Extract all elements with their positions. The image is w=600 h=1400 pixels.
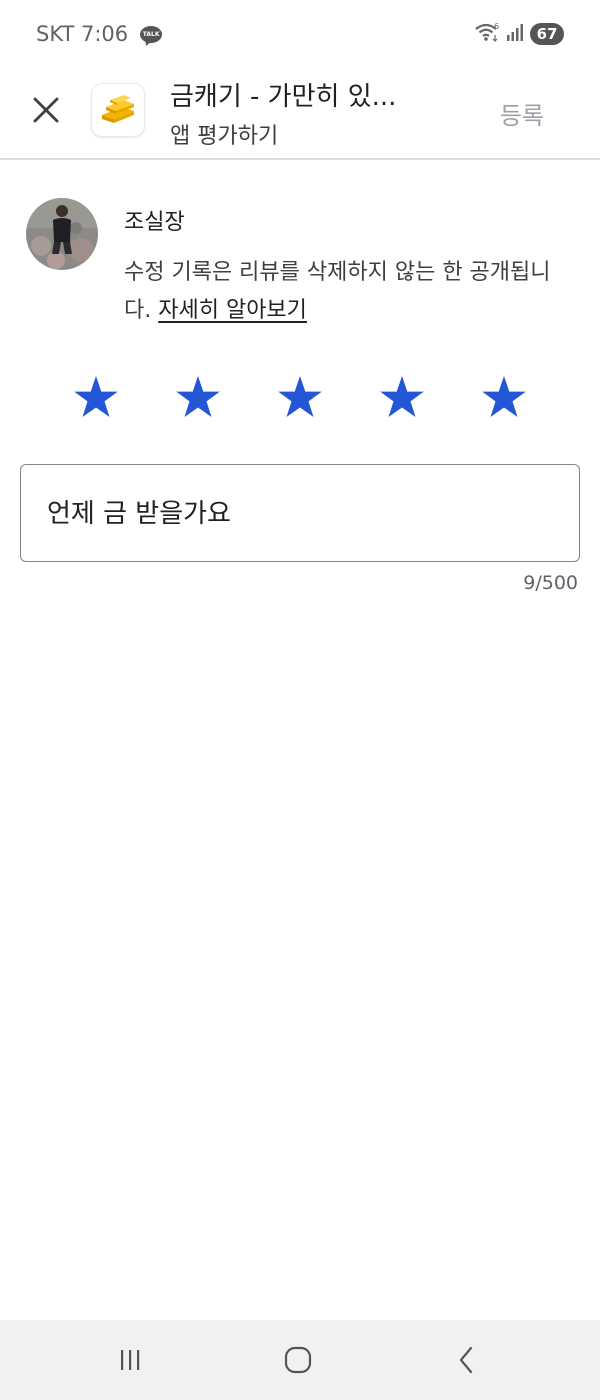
status-left: SKT 7:06 TALK xyxy=(36,20,163,48)
carrier-time: SKT 7:06 xyxy=(36,22,129,46)
gold-bars-icon xyxy=(102,95,134,123)
review-input[interactable]: 언제 금 받을가요 xyxy=(20,464,580,562)
review-text: 언제 금 받을가요 xyxy=(47,499,231,529)
star-1-icon[interactable] xyxy=(70,372,122,424)
battery-level: 67 xyxy=(536,25,558,43)
kakaotalk-notification-icon: TALK xyxy=(140,25,163,43)
edit-history-notice: 수정 기록은 리뷰를 삭제하지 않는 한 공개됩니다. 자세히 알아보기 xyxy=(124,254,564,330)
app-icon xyxy=(92,84,144,136)
back-button[interactable] xyxy=(446,1340,486,1380)
close-icon xyxy=(33,97,59,123)
navigation-bar xyxy=(0,1320,600,1400)
battery-icon: 67 xyxy=(530,23,564,45)
back-icon xyxy=(459,1346,473,1374)
wifi-icon: 6 xyxy=(474,21,500,47)
home-button[interactable] xyxy=(278,1340,318,1380)
status-bar: SKT 7:06 TALK 6 67 xyxy=(0,0,600,66)
signal-icon xyxy=(506,22,524,46)
register-button[interactable]: 등록 xyxy=(500,96,544,131)
learn-more-link[interactable]: 자세히 알아보기 xyxy=(158,298,307,323)
star-3-icon[interactable] xyxy=(274,372,326,424)
talk-badge-text: TALK xyxy=(142,30,160,38)
status-right: 6 67 xyxy=(474,20,564,48)
page-subtitle: 앱 평가하기 xyxy=(170,124,279,149)
wifi-label: 6 xyxy=(494,22,499,31)
reviewer-name: 조실장 xyxy=(124,210,185,235)
app-title: 금캐기 - 가만히 있... xyxy=(170,82,397,112)
avatar xyxy=(26,198,98,270)
star-rating xyxy=(0,372,600,428)
star-4-icon[interactable] xyxy=(376,372,428,424)
character-counter: 9/500 xyxy=(523,572,578,594)
home-icon xyxy=(284,1346,312,1374)
recents-icon xyxy=(121,1350,140,1370)
close-button[interactable] xyxy=(22,86,70,134)
recents-button[interactable] xyxy=(110,1340,150,1380)
star-2-icon[interactable] xyxy=(172,372,224,424)
app-header: 금캐기 - 가만히 있... 앱 평가하기 등록 xyxy=(0,66,600,160)
star-5-icon[interactable] xyxy=(478,372,530,424)
